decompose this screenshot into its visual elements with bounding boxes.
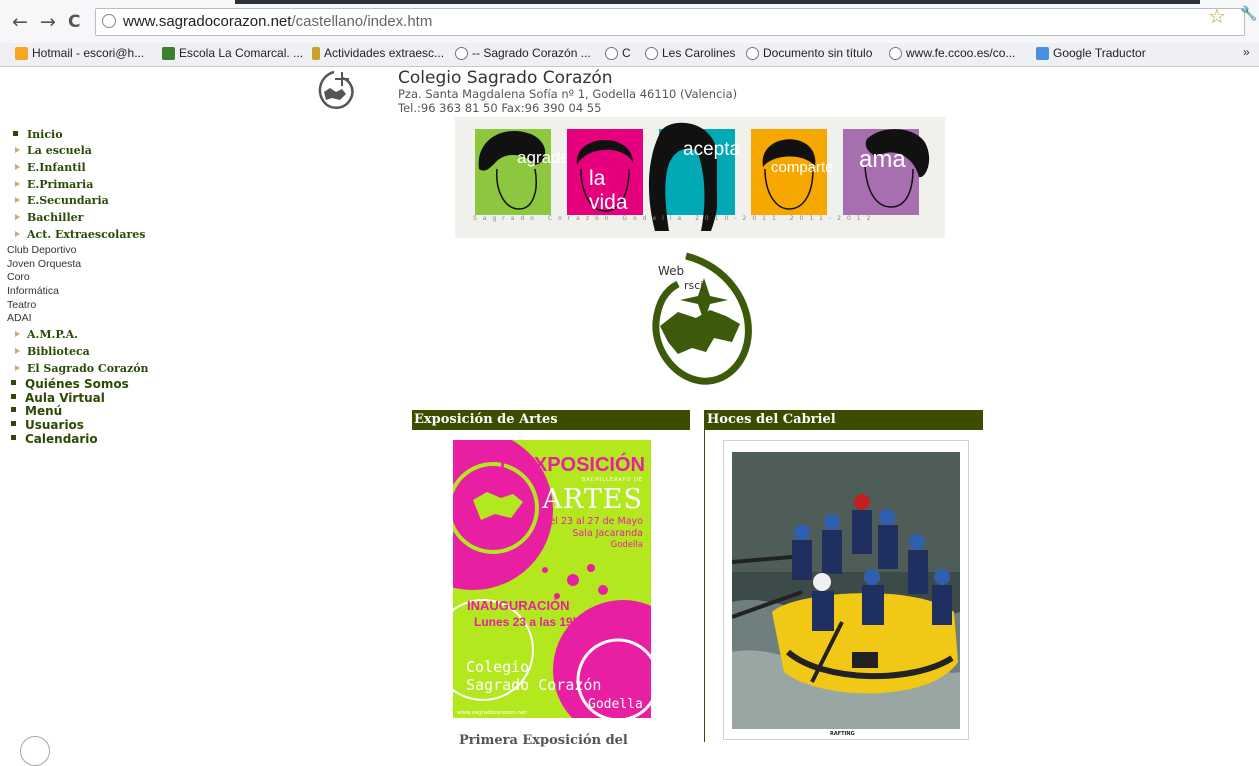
banner-tile-ama: ama bbox=[843, 129, 930, 215]
section-title-hoces[interactable]: Hoces del Cabriel bbox=[705, 410, 983, 430]
bookmark-fe-ccoo[interactable]: www.fe.ccoo.es/co... bbox=[889, 46, 1015, 60]
browser-toolbar: ← → C www.sagradocorazon.net/castellano/… bbox=[0, 0, 1259, 43]
photo-caption: RAFTING bbox=[830, 731, 855, 737]
poster-colegio: Colegio bbox=[466, 658, 530, 676]
menu-item-la-escuela[interactable]: La escuela bbox=[15, 144, 92, 157]
school-logo-icon bbox=[318, 70, 354, 109]
menu-item-biblioteca[interactable]: Biblioteca bbox=[15, 345, 90, 358]
rscj-label: rscj bbox=[684, 279, 704, 292]
reload-icon[interactable]: C bbox=[68, 13, 80, 32]
submenu-joven-orquesta[interactable]: Joven Orquesta bbox=[7, 258, 81, 270]
school-phone: Tel.:96 363 81 50 Fax:96 390 04 55 bbox=[398, 101, 602, 115]
web-label: Web bbox=[658, 264, 685, 278]
menu-item-quienes-somos[interactable]: Quiénes Somos bbox=[11, 377, 129, 391]
banner-word-agradece: agradece bbox=[517, 148, 588, 167]
exposicion-caption[interactable]: Primera Exposición del bbox=[459, 733, 628, 748]
banner-tile-comparte: comparte bbox=[751, 129, 834, 215]
menu-item-aula-virtual[interactable]: Aula Virtual bbox=[11, 391, 105, 405]
address-bar[interactable]: www.sagradocorazon.net/castellano/index.… bbox=[95, 8, 1245, 36]
banner-word-ama: ama bbox=[859, 146, 906, 173]
site-icon bbox=[312, 46, 320, 60]
banner-word-la-vida: la vida bbox=[589, 167, 628, 214]
banner-tile-la-vida: la vida bbox=[567, 129, 643, 215]
translate-icon bbox=[1036, 46, 1049, 60]
menu-item-act-extraescolares[interactable]: Act. Extraescolares bbox=[14, 228, 145, 241]
poster-opening-time: Lunes 23 a las 19h bbox=[474, 615, 581, 629]
menu-item-menu[interactable]: Menú bbox=[10, 404, 62, 418]
url-text[interactable]: www.sagradocorazon.net/castellano/index.… bbox=[123, 13, 432, 30]
banner-ribbon: Sagrado Corazón Godella 2010-2011 2011-2… bbox=[473, 215, 877, 222]
globe-icon bbox=[645, 46, 658, 60]
poster-venue: Sala Jacaranda bbox=[572, 528, 643, 539]
poster-heading: 1ª EXPOSICIÓN bbox=[496, 454, 645, 476]
globe-icon bbox=[746, 46, 759, 60]
menu-item-e-primaria[interactable]: E.Primaria bbox=[14, 178, 93, 191]
mail-icon bbox=[15, 46, 28, 60]
wrench-icon[interactable]: 🔧 bbox=[1240, 6, 1257, 22]
menu-item-ampa[interactable]: A.M.P.A. bbox=[14, 328, 78, 341]
bookmark-star-icon[interactable]: ☆ bbox=[1208, 4, 1226, 28]
section-title-exposicion[interactable]: Exposición de Artes bbox=[412, 410, 690, 430]
poster-school-name: Sagrado Corazón bbox=[466, 676, 602, 694]
back-icon[interactable]: ← bbox=[12, 13, 28, 32]
menu-item-calendario[interactable]: Calendario bbox=[11, 432, 98, 446]
banner-word-acepta: acepta bbox=[683, 139, 741, 160]
bookmark-documento[interactable]: Documento sin título bbox=[746, 46, 872, 60]
submenu-coro[interactable]: Coro bbox=[7, 271, 30, 283]
tab-strip bbox=[235, 0, 1200, 4]
banner-tile-acepta: acepta bbox=[648, 122, 741, 231]
face-drawing-icon bbox=[478, 130, 546, 210]
bookmark-sagrado[interactable]: -- Sagrado Corazón ... bbox=[455, 46, 591, 60]
school-title: Colegio Sagrado Corazón bbox=[398, 68, 613, 88]
banner-word-comparte: comparte bbox=[771, 159, 834, 176]
site-icon bbox=[162, 46, 175, 60]
bookmark-escola[interactable]: Escola La Comarcal. ... bbox=[162, 46, 303, 60]
column-divider bbox=[704, 410, 705, 742]
poster-artes: ARTES bbox=[542, 484, 643, 515]
rafting-scene bbox=[732, 452, 960, 729]
bookmark-hotmail[interactable]: Hotmail - escori@h... bbox=[15, 46, 144, 60]
page-info-icon[interactable] bbox=[102, 14, 116, 28]
menu-item-usuarios[interactable]: Usuarios bbox=[11, 418, 84, 432]
submenu-teatro[interactable]: Teatro bbox=[7, 299, 36, 311]
bookmark-c[interactable]: C bbox=[605, 46, 631, 60]
poster-town: Godella bbox=[610, 540, 643, 550]
submenu-informatica[interactable]: Informática bbox=[7, 285, 59, 297]
banner-tile-agradece: agradece bbox=[475, 129, 588, 215]
menu-item-sagrado-corazon[interactable]: El Sagrado Corazón bbox=[15, 362, 149, 375]
bookmarks-more-icon[interactable]: » bbox=[1243, 45, 1250, 59]
bottom-logo-icon bbox=[20, 736, 50, 766]
menu-item-e-infantil[interactable]: E.Infantil bbox=[15, 161, 86, 174]
menu-item-e-secundaria[interactable]: E.Secundaria bbox=[15, 194, 109, 207]
poster-url: www.sagradocorazon.net bbox=[457, 710, 527, 716]
globe-icon bbox=[605, 46, 618, 60]
poster-inauguracion: INAUGURACIÓN bbox=[467, 598, 570, 613]
values-banner: agradece la vida acepta comparte ama Sag… bbox=[455, 117, 945, 238]
submenu-club-deportivo[interactable]: Club Deportivo bbox=[7, 244, 76, 256]
bookmarks-bar: Hotmail - escori@h... Escola La Comarcal… bbox=[0, 43, 1259, 67]
globe-icon bbox=[455, 46, 468, 60]
bookmark-carolines[interactable]: Les Carolines bbox=[645, 46, 735, 60]
bookmark-actividades[interactable]: Actividades extraesc... bbox=[312, 46, 444, 60]
poster-subheading: BACHILLERATO DE bbox=[581, 477, 643, 483]
url-host: www.sagradocorazon.net bbox=[123, 13, 292, 30]
menu-item-inicio[interactable]: Inicio bbox=[13, 128, 63, 141]
school-address: Pza. Santa Magdalena Sofía nº 1, Godella… bbox=[398, 87, 738, 101]
exposicion-poster[interactable]: 1ª EXPOSICIÓN BACHILLERATO DE ARTES del … bbox=[453, 440, 651, 718]
menu-item-bachiller[interactable]: Bachiller bbox=[14, 211, 83, 224]
bookmark-google-traductor[interactable]: Google Traductor bbox=[1036, 46, 1146, 60]
poster-dates: del 23 al 27 de Mayo bbox=[543, 516, 643, 527]
poster-godella: Godella bbox=[588, 697, 643, 712]
globe-icon bbox=[889, 46, 902, 60]
submenu-adai[interactable]: ADAI bbox=[7, 312, 32, 324]
forward-icon[interactable]: → bbox=[40, 13, 56, 32]
url-path: /castellano/index.htm bbox=[291, 13, 433, 30]
rafting-photo[interactable] bbox=[732, 452, 960, 729]
